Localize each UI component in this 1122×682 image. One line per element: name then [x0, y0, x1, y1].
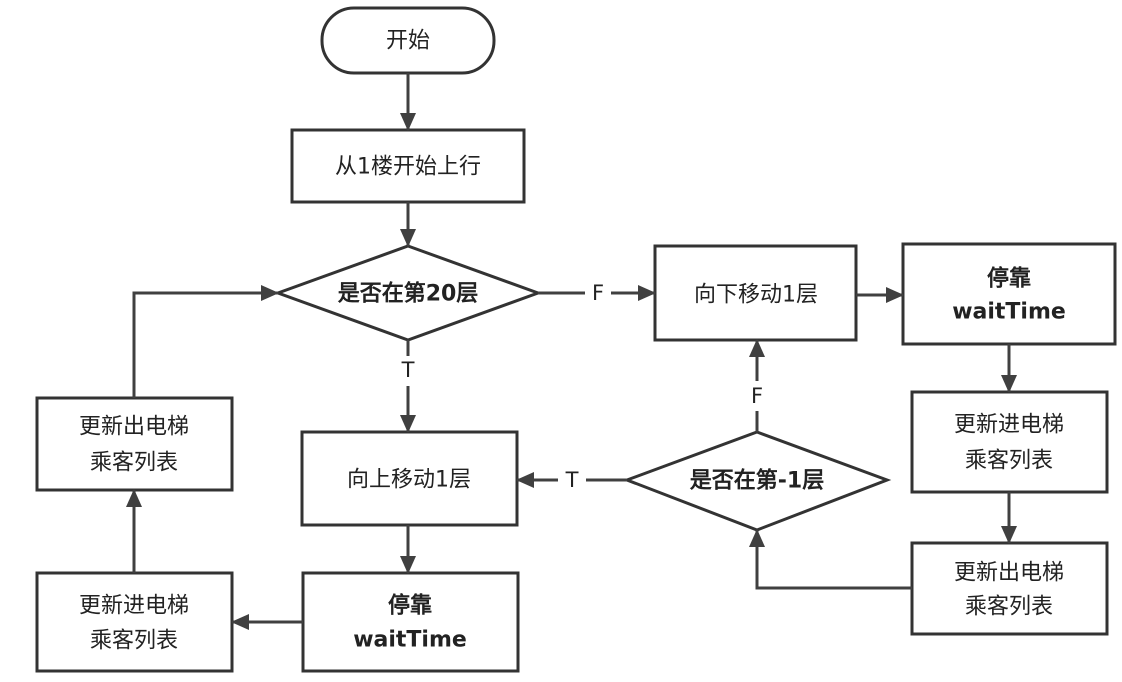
stop-right-label-line1: 停靠: [987, 266, 1031, 292]
update-in-right-box: [910, 390, 1109, 494]
move-up-node: 向上移动1层: [300, 430, 519, 527]
init-label: 从1楼开始上行: [335, 155, 481, 180]
stop-right-node: 停靠 waitTime: [901, 242, 1117, 346]
edge-check-bottom-true-label: T: [565, 468, 579, 492]
stop-left-label-line2: waitTime: [353, 628, 467, 653]
check-top-floor-label: 是否在第20层: [338, 281, 479, 307]
update-in-left-node: 更新进电梯 乘客列表: [35, 571, 234, 673]
start-label: 开始: [386, 29, 430, 54]
update-out-left-line2: 乘客列表: [90, 451, 178, 476]
stop-left-label-line1: 停靠: [388, 593, 432, 619]
update-out-right-line2: 乘客列表: [965, 595, 1053, 620]
edge-update-out-right-to-check-bottom: [749, 529, 912, 590]
edge-update-out-left-to-check-top: [132, 285, 279, 398]
edge-check-top-true-label: T: [401, 358, 415, 382]
update-out-right-box: [910, 541, 1109, 636]
stop-left-node: 停靠 waitTime: [301, 571, 520, 673]
stop-right-label-line2: waitTime: [952, 300, 1066, 325]
elevator-flowchart: 开始 从1楼开始上行 是否在第20层 向下移动1层 停靠 waitTime 更新…: [35, 6, 1117, 673]
move-down-label: 向下移动1层: [694, 283, 818, 308]
update-in-right-line2: 乘客列表: [965, 449, 1053, 474]
edge-check-top-false-label: F: [592, 281, 604, 305]
update-out-left-line1: 更新出电梯: [79, 415, 189, 440]
edge-check-bottom-false-label: F: [751, 384, 763, 408]
update-in-left-box: [35, 571, 234, 673]
update-in-right-line1: 更新进电梯: [954, 413, 1064, 438]
check-bottom-floor-node: 是否在第-1层: [622, 430, 892, 532]
update-in-left-line1: 更新进电梯: [79, 594, 189, 619]
check-bottom-floor-label: 是否在第-1层: [690, 468, 824, 494]
stop-left-box: [301, 571, 520, 673]
update-out-right-node: 更新出电梯 乘客列表: [910, 541, 1109, 636]
init-node: 从1楼开始上行: [290, 128, 526, 204]
start-node: 开始: [320, 6, 496, 75]
stop-right-box: [901, 242, 1117, 346]
move-up-label: 向上移动1层: [347, 468, 471, 493]
update-in-right-node: 更新进电梯 乘客列表: [910, 390, 1109, 494]
update-out-right-line1: 更新出电梯: [954, 561, 1064, 586]
move-down-node: 向下移动1层: [653, 244, 858, 342]
update-in-left-line2: 乘客列表: [90, 629, 178, 654]
update-out-left-box: [35, 396, 234, 492]
update-out-left-node: 更新出电梯 乘客列表: [35, 396, 234, 492]
check-top-floor-node: 是否在第20层: [273, 244, 543, 342]
